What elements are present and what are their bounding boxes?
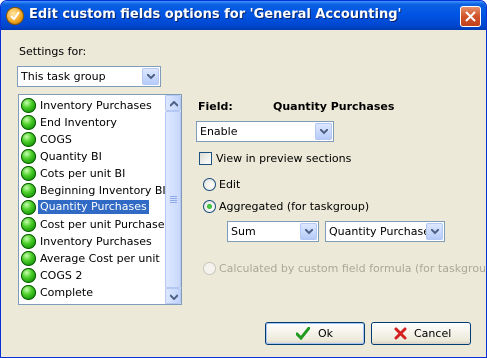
aggregate-function-value: Sum — [231, 225, 256, 238]
list-item-label: End Inventory — [40, 116, 117, 129]
list-item[interactable]: Cots per unit BI — [20, 165, 165, 182]
list-item-label: Quantity Purchases — [38, 200, 149, 214]
list-item-label: Quantity BI — [40, 150, 102, 163]
list-item[interactable]: Beginning Inventory BI — [20, 182, 166, 199]
cancel-button[interactable]: Cancel — [371, 322, 471, 345]
list-item[interactable]: Quantity BI — [20, 148, 165, 165]
green-status-icon — [21, 234, 36, 249]
ok-button-label: Ok — [318, 327, 334, 340]
chevron-down-icon — [170, 294, 178, 300]
list-item[interactable]: Quantity Purchases — [20, 199, 165, 216]
aggregated-radio[interactable] — [203, 200, 216, 213]
calculated-radio — [203, 262, 216, 275]
aggregated-radio-label[interactable]: Aggregated (for taskgroup) — [219, 200, 369, 213]
list-item[interactable]: COGS — [20, 131, 165, 148]
list-item[interactable]: Complete — [20, 284, 165, 301]
title-bar[interactable]: Edit custom fields options for 'General … — [1, 1, 486, 30]
field-name: Quantity Purchases — [273, 100, 395, 113]
field-label: Field: — [198, 100, 233, 113]
cancel-button-label: Cancel — [414, 327, 452, 340]
edit-radio[interactable] — [203, 178, 216, 191]
view-in-preview-checkbox[interactable] — [199, 152, 212, 165]
list-item-label: Inventory Purchases — [40, 235, 152, 248]
field-mode-value: Enable — [200, 125, 238, 138]
checkmark-app-icon — [7, 8, 23, 24]
list-item-label: Beginning Inventory BI — [40, 184, 166, 197]
calculated-radio-label: Calculated by custom field formula (for … — [219, 262, 487, 275]
green-status-icon — [21, 98, 36, 113]
list-item[interactable]: Cost per unit Purchases — [20, 216, 170, 233]
list-item[interactable]: COGS 2 — [20, 267, 165, 284]
custom-fields-list[interactable]: Inventory Purchases End Inventory COGS Quan… — [18, 94, 182, 305]
green-status-icon — [21, 200, 36, 215]
checkmark-icon — [295, 326, 311, 343]
list-item-label: Cots per unit BI — [40, 167, 126, 180]
green-status-icon — [21, 251, 36, 266]
green-status-icon — [21, 149, 36, 164]
red-x-icon — [394, 327, 407, 343]
chevron-down-icon[interactable] — [300, 223, 317, 240]
chevron-down-icon[interactable] — [315, 123, 332, 140]
close-icon — [465, 11, 476, 22]
list-item[interactable]: Inventory Purchases — [20, 97, 165, 114]
view-in-preview-label[interactable]: View in preview sections — [216, 152, 351, 165]
close-button[interactable] — [460, 6, 481, 27]
aggregate-field-select[interactable]: Quantity Purchases — [325, 221, 445, 242]
scroll-thumb[interactable] — [165, 111, 181, 288]
aggregate-field-value: Quantity Purchases — [329, 225, 436, 238]
green-status-icon — [21, 285, 36, 300]
edit-radio-label[interactable]: Edit — [219, 178, 240, 191]
field-mode-select[interactable]: Enable — [196, 121, 334, 142]
list-item-label: Complete — [40, 286, 94, 299]
green-status-icon — [21, 183, 36, 198]
list-item[interactable]: Average Cost per unit — [20, 250, 165, 267]
green-status-icon — [21, 115, 36, 130]
green-status-icon — [21, 268, 36, 283]
list-item-label: COGS — [40, 133, 72, 146]
list-item-label: Average Cost per unit — [40, 252, 160, 265]
green-status-icon — [21, 132, 36, 147]
ok-button[interactable]: Ok — [265, 322, 365, 345]
list-scrollbar[interactable] — [165, 95, 181, 304]
list-item[interactable]: Inventory Purchases — [20, 233, 165, 250]
chevron-down-icon[interactable] — [426, 223, 443, 240]
chevron-up-icon — [170, 101, 178, 107]
chevron-down-icon[interactable] — [142, 68, 159, 85]
scroll-down-button[interactable] — [165, 288, 181, 304]
window-title: Edit custom fields options for 'General … — [29, 7, 402, 22]
settings-for-select[interactable]: This task group — [17, 66, 161, 87]
settings-for-label: Settings for: — [19, 45, 87, 58]
list-item-label: Cost per unit Purchases — [40, 218, 171, 231]
aggregate-function-select[interactable]: Sum — [227, 221, 319, 242]
list-item[interactable]: End Inventory — [20, 114, 165, 131]
list-item-label: Inventory Purchases — [40, 99, 152, 112]
green-status-icon — [21, 217, 36, 232]
list-item-label: COGS 2 — [40, 269, 83, 282]
scroll-up-button[interactable] — [165, 95, 181, 111]
dialog-window: Edit custom fields options for 'General … — [0, 0, 487, 358]
green-status-icon — [21, 166, 36, 181]
settings-for-value: This task group — [21, 70, 106, 83]
